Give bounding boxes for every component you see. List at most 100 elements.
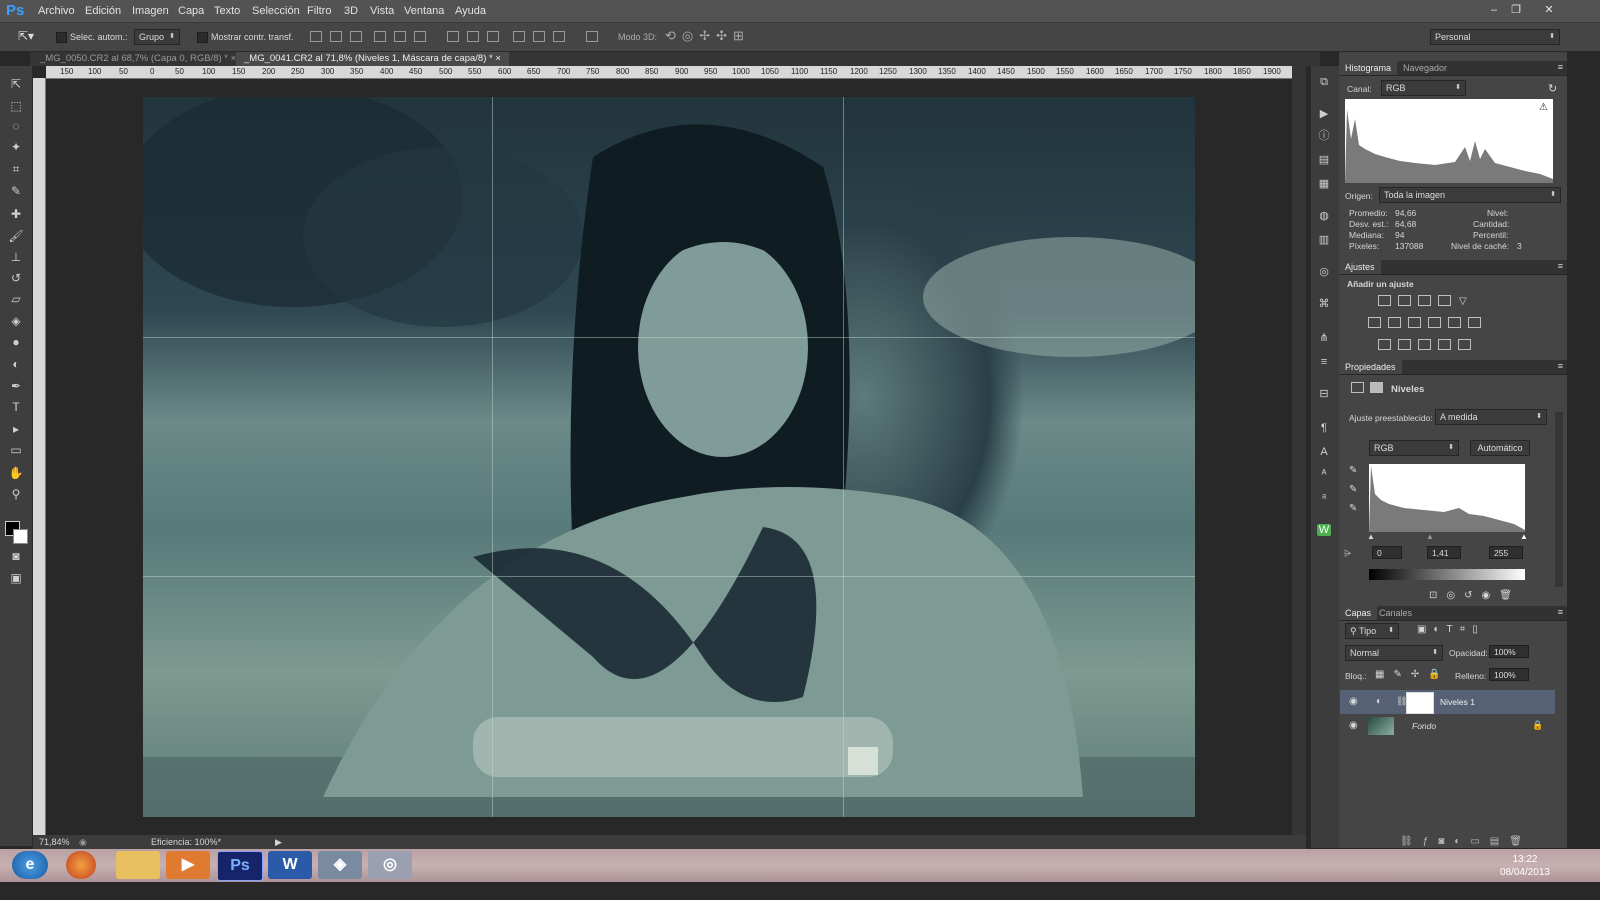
history-icon[interactable]: ⧉ [1317, 76, 1331, 88]
menu-vista[interactable]: Vista [370, 5, 394, 17]
healing-brush-icon[interactable]: ✚ [8, 206, 24, 222]
actions-play-icon[interactable]: ▶ [1317, 108, 1331, 120]
menu-texto[interactable]: Texto [214, 5, 240, 17]
swatches-icon[interactable]: ▥ [1317, 234, 1331, 246]
brush-presets-icon[interactable]: ⋔ [1317, 332, 1331, 344]
refresh-icon[interactable]: ↻ [1548, 82, 1557, 95]
menu-filtro[interactable]: Filtro [307, 5, 331, 17]
info-panel-icon[interactable]: ⓘ [1317, 130, 1331, 142]
menu-edicion[interactable]: Edición [85, 5, 121, 17]
eyedropper-icon[interactable]: ✎ [8, 183, 24, 199]
threshold-icon[interactable] [1418, 339, 1431, 350]
crop-tool-icon[interactable]: ⌗ [8, 161, 24, 177]
channel-mixer-icon[interactable] [1448, 317, 1461, 328]
vibrance-icon[interactable]: ▽ [1458, 295, 1471, 307]
vertical-scrollbar[interactable] [1292, 66, 1306, 835]
align-top-icon[interactable] [310, 31, 322, 42]
panel-menu-icon[interactable]: ≡ [1558, 361, 1563, 371]
history-brush-icon[interactable]: ↺ [8, 270, 24, 286]
menu-3d[interactable]: 3D [344, 5, 358, 17]
clipping-icon[interactable]: ⩥ [1344, 548, 1351, 559]
tab-document-1[interactable]: _MG_0050.CR2 al 68,7% (Capa 0, RGB/8) * … [32, 52, 244, 66]
auto-align-icon[interactable] [586, 31, 598, 42]
close-button[interactable]: ✕ [1540, 2, 1558, 18]
brush-tool-icon[interactable]: 🖌 [8, 228, 24, 244]
paint-bucket-icon[interactable]: ◈ [8, 313, 24, 329]
fill-input[interactable]: 100% [1489, 668, 1529, 681]
layers-footer-icons[interactable]: ⛓ƒ◙◐▭▤🗑 [1400, 836, 1532, 847]
close-icon[interactable]: × [495, 53, 501, 64]
layer-filter-dropdown[interactable]: ⚲ Tipo ⬍ [1345, 623, 1399, 639]
gamma-input[interactable]: 1,41 [1427, 546, 1461, 559]
zoom-tool-icon[interactable]: ⚲ [8, 486, 24, 502]
auto-button[interactable]: Automático [1470, 440, 1530, 456]
blur-tool-icon[interactable]: ● [8, 334, 24, 350]
clone-source-icon[interactable]: ≡ [1317, 356, 1331, 368]
info-icon[interactable]: ◉ [79, 835, 87, 849]
mask-icon[interactable] [1370, 382, 1383, 393]
menu-ayuda[interactable]: Ayuda [455, 5, 486, 17]
restore-button[interactable]: ❐ [1507, 2, 1525, 18]
black-white-icon[interactable] [1408, 317, 1421, 328]
channel-dropdown[interactable]: RGB ⬍ [1381, 80, 1466, 96]
photo-filter-icon[interactable] [1428, 317, 1441, 328]
path-selection-icon[interactable]: ▸ [8, 421, 24, 437]
preset-dropdown[interactable]: A medida ⬍ [1435, 409, 1547, 425]
curves-icon[interactable] [1418, 295, 1431, 306]
3d-tools-icon[interactable]: ⟲◎✢✣⊞ [665, 28, 750, 44]
levels-channel-dropdown[interactable]: RGB ⬍ [1369, 440, 1459, 456]
layer-filter-icons[interactable]: ▣◐T⌗▯ [1417, 624, 1485, 635]
white-point-slider[interactable]: ▲ [1520, 532, 1528, 541]
distribute-top-icon[interactable] [447, 31, 459, 42]
workspace-dropdown[interactable]: Personal ⬍ [1430, 29, 1560, 45]
paths-icon[interactable]: ⌘ [1317, 298, 1331, 310]
type-tool-icon[interactable]: T [8, 399, 24, 415]
auto-select-checkbox[interactable] [56, 32, 67, 43]
distribute-right-icon[interactable] [553, 31, 565, 42]
paragraph-icon[interactable]: ¶ [1317, 422, 1331, 434]
tab-layers[interactable]: Capas [1339, 606, 1378, 620]
3d-icon[interactable]: ◍ [1317, 210, 1331, 222]
magic-wand-icon[interactable]: ✦ [8, 139, 24, 155]
color-lookup-icon[interactable] [1468, 317, 1481, 328]
lasso-tool-icon[interactable]: ◌ [8, 118, 24, 134]
move-tool-icon[interactable]: ⇱▾ [18, 29, 34, 43]
brightness-icon[interactable] [1378, 295, 1391, 306]
clock[interactable]: 13:22 08/04/2013 [1500, 853, 1550, 879]
menu-capa[interactable]: Capa [178, 5, 204, 17]
marquee-tool-icon[interactable]: ⬚ [8, 98, 24, 114]
white-input[interactable]: 255 [1489, 546, 1523, 559]
invert-icon[interactable] [1378, 339, 1391, 350]
posterize-icon[interactable] [1398, 339, 1411, 350]
gray-eyedropper-icon[interactable]: ✎ [1349, 484, 1357, 495]
source-dropdown[interactable]: Toda la imagen ⬍ [1379, 187, 1561, 203]
layer-mask-thumbnail[interactable] [1406, 692, 1434, 714]
layer-row[interactable]: ◉ ◐ ⛓ Niveles 1 [1340, 690, 1555, 714]
notes-icon[interactable]: ▤ [1317, 154, 1331, 166]
plugin-icon[interactable]: W [1317, 524, 1331, 536]
exposure-icon[interactable] [1438, 295, 1451, 306]
screen-mode-icon[interactable]: ▣ [8, 570, 24, 586]
media-player-icon[interactable]: ▶ [166, 851, 210, 879]
app-icon[interactable]: ◈ [318, 851, 362, 879]
zoom-level[interactable]: 71,84% [39, 835, 70, 849]
character-styles-icon[interactable]: ᴬ [1317, 468, 1331, 480]
minimize-button[interactable]: – [1485, 2, 1503, 18]
quick-mask-icon[interactable]: ◙ [8, 548, 24, 564]
tab-document-2[interactable]: _MG_0041.CR2 al 71,8% (Niveles 1, Máscar… [236, 52, 509, 66]
black-point-slider[interactable]: ▲ [1367, 532, 1375, 541]
tab-histogram[interactable]: Histograma [1339, 61, 1398, 75]
firefox-icon[interactable] [66, 851, 96, 879]
explorer-icon[interactable] [116, 851, 160, 879]
clone-stamp-icon[interactable]: ⊥ [8, 249, 24, 265]
white-eyedropper-icon[interactable]: ✎ [1349, 503, 1357, 514]
tab-adjustments[interactable]: Ajustes [1339, 260, 1381, 274]
photoshop-icon[interactable]: Ps [217, 851, 263, 881]
midpoint-slider[interactable]: ▲ [1426, 532, 1434, 541]
word-icon[interactable]: W [268, 851, 312, 879]
panel-menu-icon[interactable]: ≡ [1558, 607, 1563, 617]
align-vcenter-icon[interactable] [330, 31, 342, 42]
dodge-tool-icon[interactable]: ◐ [8, 356, 24, 372]
menu-seleccion[interactable]: Selección [252, 5, 300, 17]
align-hcenter-icon[interactable] [394, 31, 406, 42]
